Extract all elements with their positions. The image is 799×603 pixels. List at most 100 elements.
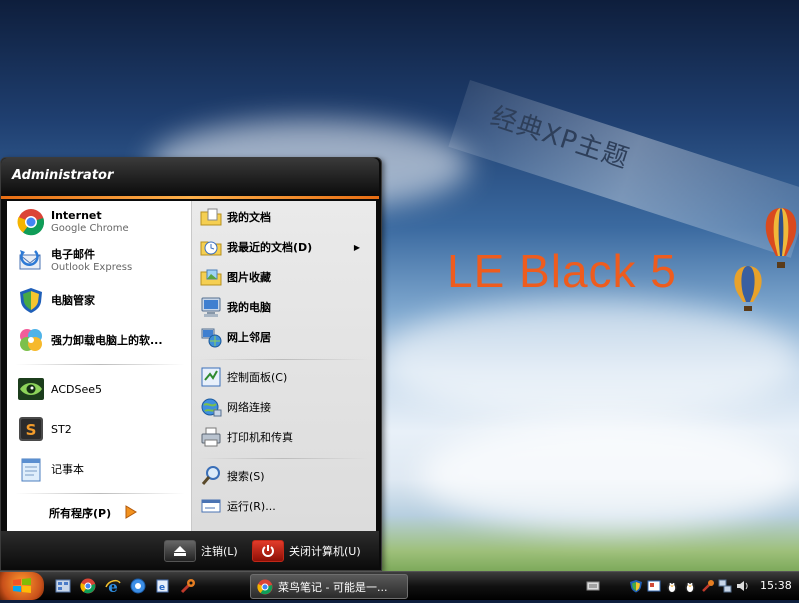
menu-item-label: 网上邻居: [227, 331, 271, 344]
chrome-icon: [257, 579, 273, 595]
program-item-uninstaller[interactable]: 强力卸载电脑上的软...: [15, 323, 187, 357]
power-icon: [252, 540, 284, 562]
recent-documents-icon: [200, 236, 222, 258]
tool-icon[interactable]: [179, 577, 197, 595]
my-computer-icon: [200, 296, 222, 318]
separator: [198, 359, 368, 360]
menu-item-control-panel[interactable]: 控制面板(C): [200, 364, 370, 390]
network-places-icon: [200, 326, 222, 348]
acdsee-eye-icon: [15, 373, 47, 405]
separator: [198, 458, 368, 459]
menu-item-network-places[interactable]: 网上邻居: [200, 324, 370, 350]
run-icon: [200, 495, 222, 517]
cloud: [420, 420, 799, 530]
edit-icon[interactable]: e: [154, 577, 172, 595]
pinned-item-title: 电子邮件: [51, 248, 95, 261]
logoff-label: 注销(L): [201, 545, 238, 558]
shutdown-label: 关闭计算机(U): [289, 545, 361, 558]
desktop-brand-text: LE Black 5: [447, 245, 677, 297]
menu-item-label: 控制面板(C): [227, 371, 288, 384]
tools-tray-icon[interactable]: [700, 578, 716, 594]
chrome-icon: [15, 206, 47, 238]
outlook-express-icon: [15, 245, 47, 277]
program-item-label: 电脑管家: [51, 293, 95, 307]
submenu-arrow-icon: ▶: [353, 242, 360, 252]
browser-icon[interactable]: [129, 577, 147, 595]
start-menu: Administrator Internet Google Chrome 电子邮…: [0, 157, 382, 571]
menu-item-my-pictures[interactable]: 图片收藏: [200, 264, 370, 290]
menu-item-my-computer[interactable]: 我的电脑: [200, 294, 370, 320]
pinned-item-title: Internet: [51, 209, 102, 222]
control-panel-icon: [200, 366, 222, 388]
pc-manager-shield-icon: [15, 284, 47, 316]
logoff-button[interactable]: 注销(L): [164, 540, 238, 562]
pinned-item-subtitle: Google Chrome: [51, 223, 129, 234]
menu-item-label: 我的电脑: [227, 301, 271, 314]
menu-item-my-documents[interactable]: 我的文档: [200, 204, 370, 230]
svg-text:e: e: [159, 583, 165, 593]
my-pictures-icon: [200, 266, 222, 288]
keyboard-icon[interactable]: [585, 578, 601, 594]
shutdown-button[interactable]: 关闭计算机(U): [252, 540, 361, 562]
pinned-item-internet[interactable]: Internet Google Chrome: [15, 205, 187, 239]
menu-item-label: 我最近的文档(D): [227, 241, 313, 254]
menu-item-label: 搜索(S): [227, 470, 265, 483]
program-item-label: 强力卸载电脑上的软...: [51, 333, 163, 347]
menu-item-label: 图片收藏: [227, 271, 271, 284]
network-tray-icon[interactable]: [717, 578, 733, 594]
program-item-notepad[interactable]: 记事本: [15, 452, 187, 486]
qq-penguin-icon[interactable]: [664, 578, 680, 594]
windows-logo-icon: [13, 578, 31, 593]
volume-icon[interactable]: [734, 578, 750, 594]
start-menu-footer: 注销(L) 关闭计算机(U): [1, 531, 379, 569]
menu-item-label: 运行(R)...: [227, 500, 276, 513]
chrome-icon[interactable]: [79, 577, 97, 595]
start-menu-header: Administrator: [1, 158, 379, 196]
arrow-right-icon: [125, 504, 138, 522]
start-menu-places-pane: 我的文档 我最近的文档(D) ▶ 图片收藏 我的电脑 网上邻居 控制面板(C) …: [191, 201, 376, 531]
logoff-icon: [164, 540, 196, 562]
taskbar-clock: 15:38: [760, 579, 792, 592]
pinned-item-email[interactable]: 电子邮件 Outlook Express: [15, 244, 187, 278]
menu-item-recent-documents[interactable]: 我最近的文档(D) ▶: [200, 234, 370, 260]
network-connections-icon: [200, 396, 222, 418]
id-card-icon[interactable]: [646, 578, 662, 594]
menu-item-run[interactable]: 运行(R)...: [200, 493, 370, 519]
cloud: [380, 300, 799, 420]
separator: [15, 493, 185, 494]
pinned-item-subtitle: Outlook Express: [51, 262, 133, 273]
start-menu-programs-pane: Internet Google Chrome 电子邮件 Outlook Expr…: [7, 201, 191, 531]
taskbar-task-button[interactable]: 菜鸟笔记 - 可能是一...: [250, 574, 408, 599]
separator: [15, 364, 185, 365]
task-label: 菜鸟笔记 - 可能是一...: [278, 580, 388, 594]
program-item-st2[interactable]: S ST2: [15, 412, 187, 446]
menu-item-printers-faxes[interactable]: 打印机和传真: [200, 424, 370, 450]
printers-faxes-icon: [200, 426, 222, 448]
program-item-acdsee[interactable]: ACDSee5: [15, 372, 187, 406]
search-icon: [200, 465, 222, 487]
all-programs-label: 所有程序(P): [49, 507, 112, 520]
all-programs-button[interactable]: 所有程序(P): [49, 501, 169, 525]
menu-item-search[interactable]: 搜索(S): [200, 463, 370, 489]
internet-explorer-icon[interactable]: e: [104, 577, 122, 595]
menu-item-network-connections[interactable]: 网络连接: [200, 394, 370, 420]
menu-item-label: 我的文档: [227, 211, 271, 224]
svg-text:S: S: [26, 421, 37, 439]
sublime-text-icon: S: [15, 413, 47, 445]
menu-item-label: 网络连接: [227, 401, 271, 414]
user-name: Administrator: [12, 168, 114, 183]
qq-penguin-icon[interactable]: [682, 578, 698, 594]
program-item-pc-manager[interactable]: 电脑管家: [15, 283, 187, 317]
program-item-label: ST2: [51, 422, 72, 436]
program-item-label: 记事本: [51, 462, 84, 476]
hot-air-balloon-icon: [734, 266, 762, 311]
my-documents-icon: [200, 206, 222, 228]
header-accent-line: [1, 196, 379, 199]
program-item-label: ACDSee5: [51, 382, 102, 396]
start-button[interactable]: [0, 572, 44, 600]
taskbar: e e 菜鸟笔记 - 可能是一... 15:38: [0, 571, 799, 600]
show-desktop-icon[interactable]: [54, 577, 72, 595]
notepad-icon: [15, 453, 47, 485]
uninstaller-icon: [15, 324, 47, 356]
pc-manager-tray-icon[interactable]: [628, 578, 644, 594]
